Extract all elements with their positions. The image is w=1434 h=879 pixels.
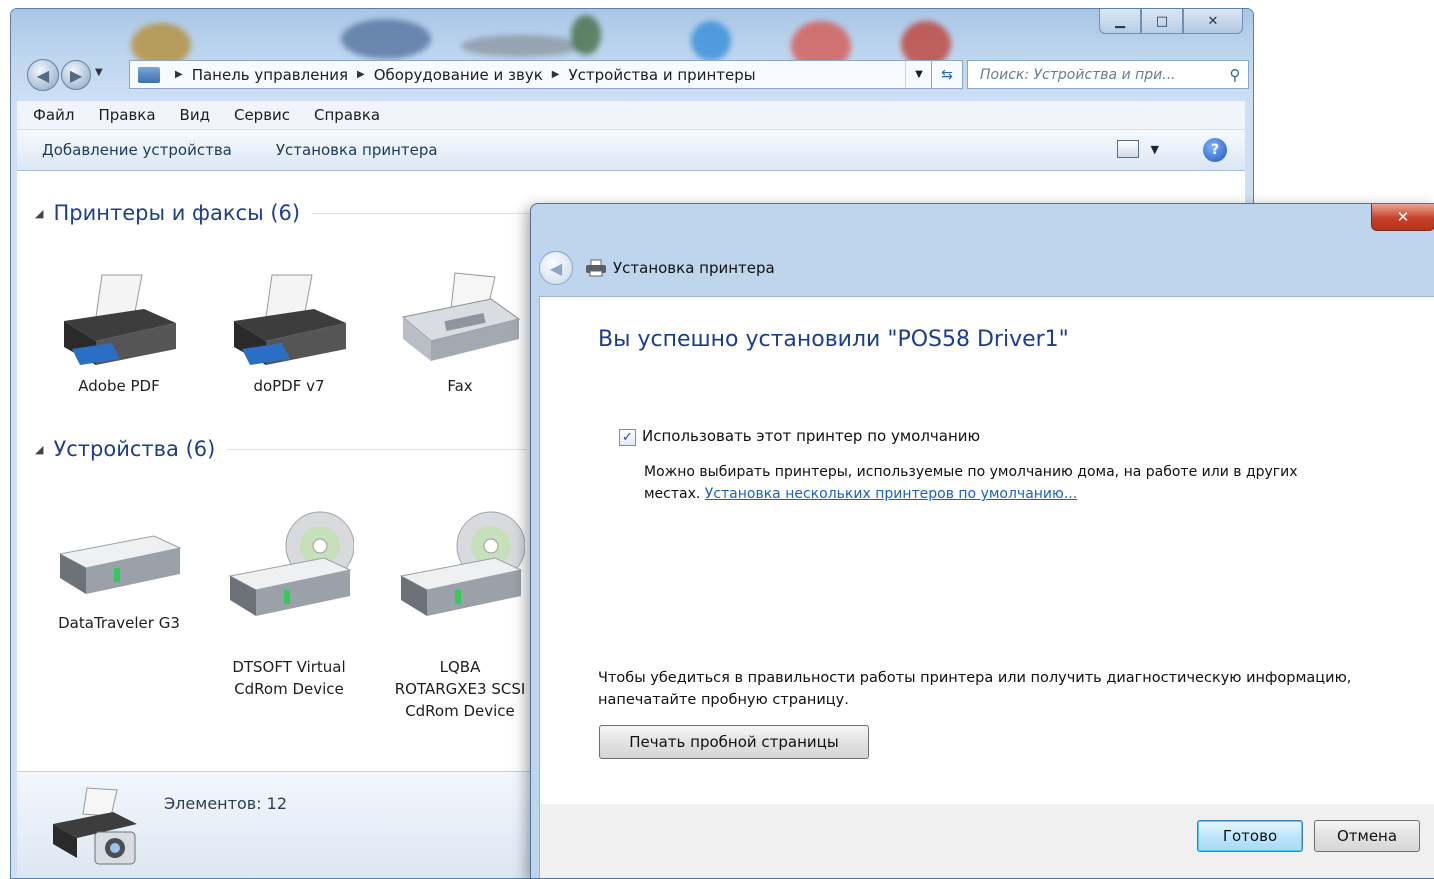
control-panel-icon bbox=[138, 66, 160, 83]
device-item-dtsoft-cdrom[interactable]: DTSOFT Virtual CdRom Device bbox=[214, 486, 364, 700]
breadcrumb-separator-icon: ▶ bbox=[175, 69, 183, 80]
close-button[interactable]: ✕ bbox=[1183, 9, 1243, 34]
group-divider bbox=[227, 448, 528, 450]
device-label: doPDF v7 bbox=[253, 377, 325, 395]
refresh-button[interactable]: ⇆ bbox=[931, 60, 963, 89]
usb-drive-icon bbox=[58, 535, 182, 594]
refresh-icon: ⇆ bbox=[941, 66, 953, 83]
device-label: Adobe PDF bbox=[78, 377, 160, 395]
printer-icon bbox=[586, 259, 606, 277]
caption-buttons: ▁ □ ✕ bbox=[1099, 9, 1243, 35]
dialog-close-button[interactable]: ✕ bbox=[1371, 204, 1434, 231]
default-printer-note: Можно выбирать принтеры, используемые по… bbox=[644, 461, 1344, 505]
group-header-printers[interactable]: ◢ Принтеры и факсы (6) bbox=[35, 201, 613, 225]
fax-icon bbox=[401, 272, 521, 361]
search-icon[interactable]: ⚲ bbox=[1222, 66, 1248, 84]
device-item-fax[interactable]: Fax bbox=[385, 269, 535, 397]
arrow-left-icon: ◀ bbox=[36, 65, 50, 85]
minimize-button[interactable]: ▁ bbox=[1099, 9, 1141, 34]
group-header-devices[interactable]: ◢ Устройства (6) bbox=[35, 437, 528, 461]
device-item-adobe-pdf[interactable]: Adobe PDF bbox=[44, 269, 194, 397]
breadcrumb-separator-icon: ▶ bbox=[357, 69, 365, 80]
address-bar[interactable]: ▶ Панель управления ▶ Оборудование и зву… bbox=[129, 60, 933, 89]
printer-icon bbox=[234, 274, 346, 365]
default-printer-label[interactable]: Использовать этот принтер по умолчанию bbox=[642, 427, 980, 445]
maximize-button[interactable]: □ bbox=[1141, 9, 1183, 34]
collapse-triangle-icon: ◢ bbox=[35, 206, 44, 220]
taskbar-preview-blob bbox=[461, 35, 581, 57]
taskbar-preview-blob bbox=[341, 19, 431, 59]
dialog-back-button[interactable]: ◀ bbox=[539, 251, 573, 285]
taskbar-preview-blob bbox=[691, 21, 731, 61]
menu-bar: Файл Правка Вид Сервис Справка bbox=[17, 101, 1245, 130]
dialog-header: ◀ Установка принтера bbox=[539, 240, 1434, 296]
finish-button[interactable]: Готово bbox=[1197, 820, 1303, 852]
dialog-body: Вы успешно установили "POS58 Driver1" ✓ … bbox=[539, 296, 1434, 805]
breadcrumb-control-panel[interactable]: Панель управления bbox=[192, 66, 348, 84]
cdrom-drive-icon bbox=[399, 511, 525, 616]
address-dropdown-icon[interactable]: ▼ bbox=[905, 61, 932, 88]
device-item-lqba-cdrom[interactable]: LQBA ROTARGXE3 SCSI CdRom Device bbox=[385, 486, 535, 722]
command-bar: Добавление устройства Установка принтера… bbox=[17, 130, 1245, 171]
dialog-footer: Готово Отмена bbox=[539, 804, 1434, 878]
group-title-printers: Принтеры и факсы (6) bbox=[53, 201, 301, 225]
forward-button[interactable]: ▶ bbox=[61, 60, 91, 90]
arrow-left-icon: ◀ bbox=[549, 258, 563, 278]
cancel-button[interactable]: Отмена bbox=[1314, 820, 1420, 852]
taskbar-preview-blob bbox=[571, 15, 601, 55]
help-button[interactable]: ? bbox=[1203, 138, 1227, 162]
collapse-triangle-icon: ◢ bbox=[35, 442, 44, 456]
device-item-dopdf[interactable]: doPDF v7 bbox=[214, 269, 364, 397]
arrow-right-icon: ▶ bbox=[69, 65, 83, 85]
device-label: Fax bbox=[447, 377, 473, 395]
device-label: LQBA ROTARGXE3 SCSI CdRom Device bbox=[394, 658, 526, 720]
device-label: DataTraveler G3 bbox=[58, 614, 180, 632]
title-bar: ▁ □ ✕ ◀ ▶ ▼ ▶ Панель управления ▶ Оборуд… bbox=[11, 9, 1253, 101]
add-printer-button[interactable]: Установка принтера bbox=[254, 141, 460, 159]
checkmark-icon: ✓ bbox=[622, 430, 633, 445]
device-label: DTSOFT Virtual CdRom Device bbox=[232, 658, 346, 698]
help-icon: ? bbox=[1210, 142, 1220, 158]
dialog-title: Установка принтера bbox=[613, 259, 775, 277]
menu-help[interactable]: Справка bbox=[302, 106, 392, 124]
search-box[interactable]: Поиск: Устройства и при... ⚲ bbox=[967, 60, 1249, 89]
device-item-datatraveler[interactable]: DataTraveler G3 bbox=[44, 486, 194, 634]
print-test-page-button[interactable]: Печать пробной страницы bbox=[599, 725, 869, 759]
breadcrumb-devices-printers[interactable]: Устройства и принтеры bbox=[569, 66, 756, 84]
item-count: Элементов: 12 bbox=[164, 794, 287, 813]
view-icon bbox=[1116, 140, 1139, 158]
search-input[interactable]: Поиск: Устройства и при... bbox=[968, 67, 1222, 83]
change-view-button[interactable]: ▼ bbox=[1116, 140, 1159, 158]
back-button[interactable]: ◀ bbox=[27, 59, 59, 91]
menu-edit[interactable]: Правка bbox=[86, 106, 167, 124]
test-page-description: Чтобы убедиться в правильности работы пр… bbox=[598, 670, 1352, 708]
menu-file[interactable]: Файл bbox=[17, 106, 86, 124]
chevron-down-icon: ▼ bbox=[1150, 142, 1159, 156]
breadcrumb-hardware-sound[interactable]: Оборудование и звук bbox=[374, 66, 543, 84]
add-printer-dialog: ✕ ◀ Установка принтера Вы успешно устано… bbox=[530, 203, 1434, 879]
recent-pages-dropdown[interactable]: ▼ bbox=[95, 67, 103, 78]
printer-icon bbox=[64, 274, 176, 365]
add-device-button[interactable]: Добавление устройства bbox=[17, 141, 254, 159]
group-title-devices: Устройства (6) bbox=[53, 437, 216, 461]
multiple-defaults-link[interactable]: Установка нескольких принтеров по умолча… bbox=[705, 486, 1077, 502]
menu-tools[interactable]: Сервис bbox=[222, 106, 302, 124]
devices-printers-icon bbox=[53, 787, 137, 865]
menu-view[interactable]: Вид bbox=[168, 106, 222, 124]
breadcrumb-separator-icon: ▶ bbox=[551, 69, 560, 80]
default-printer-checkbox[interactable]: ✓ bbox=[619, 429, 636, 446]
success-heading: Вы успешно установили "POS58 Driver1" bbox=[598, 327, 1069, 352]
cdrom-drive-icon bbox=[228, 511, 354, 616]
